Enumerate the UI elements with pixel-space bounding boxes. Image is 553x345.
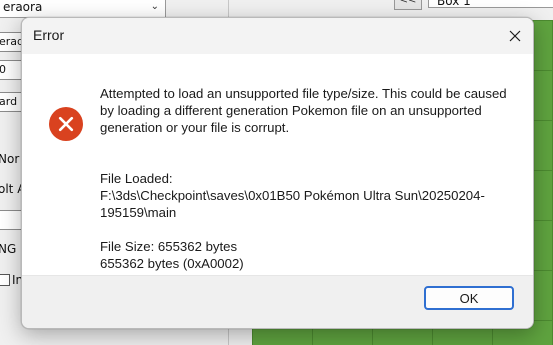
bg-checkbox[interactable] — [0, 274, 10, 286]
file-loaded-label: File Loaded: — [100, 171, 173, 186]
species-select-value: eraora — [3, 0, 43, 14]
dialog-titlebar[interactable]: Error — [22, 18, 533, 54]
bg-field-3[interactable]: ard — [0, 92, 22, 112]
dialog-content: Attempted to load an unsupported file ty… — [22, 54, 533, 276]
file-size-hex: 655362 bytes (0xA0002) — [100, 256, 244, 271]
dialog-title: Error — [33, 27, 65, 43]
close-icon — [509, 30, 521, 42]
error-dialog: Error Attempted to load an unsupported f… — [21, 17, 534, 329]
bg-field-4[interactable] — [0, 210, 22, 230]
error-icon — [49, 107, 83, 141]
error-description: Attempted to load an unsupported file ty… — [100, 86, 507, 135]
species-select[interactable]: eraora ⌄ — [0, 0, 166, 18]
bg-label-3: NG — [0, 242, 17, 256]
dialog-footer: OK — [22, 275, 533, 328]
ok-button[interactable]: OK — [424, 286, 514, 310]
file-loaded-path: F:\3ds\Checkpoint\saves\0x01B50 Pokémon … — [100, 188, 485, 220]
bg-field-1[interactable]: erado — [0, 32, 22, 52]
box-select[interactable]: Box 1 — [428, 0, 553, 8]
error-message: Attempted to load an unsupported file ty… — [100, 85, 510, 289]
bg-label-1: Nor — [0, 152, 20, 166]
bg-field-2[interactable]: 0 — [0, 60, 22, 80]
file-size-label: File Size: 655362 bytes — [100, 239, 238, 254]
close-button[interactable] — [497, 18, 533, 54]
chevron-down-icon: ⌄ — [150, 1, 159, 12]
box-prev-button[interactable]: << — [394, 0, 422, 10]
